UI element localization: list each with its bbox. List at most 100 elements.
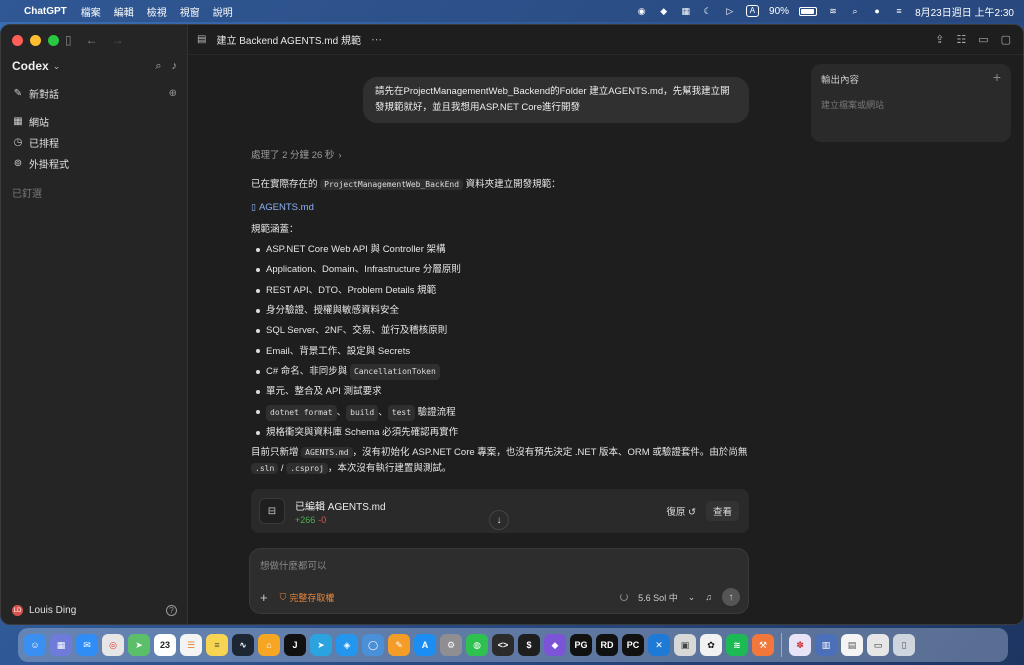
home-icon[interactable]: ⌂ — [258, 634, 280, 656]
permission-selector[interactable]: ⛉ 完整存取權 — [280, 591, 335, 604]
chrome-icon[interactable]: ◎ — [102, 634, 124, 656]
terminal-icon[interactable]: $ — [518, 634, 540, 656]
pinned-section-label: 已釘選 — [12, 189, 42, 200]
reminders-icon[interactable]: ☰ — [180, 634, 202, 656]
keyboard-icon[interactable]: ▦ — [680, 5, 692, 17]
plus-circle-icon[interactable]: ⊕ — [169, 88, 177, 99]
obsidian-icon[interactable]: ◆ — [544, 634, 566, 656]
split-view-icon[interactable]: ▢ — [1001, 33, 1011, 46]
scroll-down-button[interactable]: ↓ — [489, 510, 509, 530]
checklist-icon[interactable]: ☷ — [956, 33, 966, 46]
dev-icon[interactable]: <> — [492, 634, 514, 656]
rider-icon[interactable]: RD — [596, 634, 618, 656]
preview-icon[interactable]: ▣ — [674, 634, 696, 656]
settings-icon[interactable]: ⚙ — [440, 634, 462, 656]
finder-icon[interactable]: ☺ — [24, 634, 46, 656]
menu-view[interactable]: 檢視 — [147, 4, 167, 19]
mail-icon[interactable]: ✉ — [76, 634, 98, 656]
output-panel-hint: 建立檔案或網站 — [821, 100, 885, 110]
menubar-clock[interactable]: 8月23日週日 上午2:30 — [915, 4, 1014, 19]
notes-icon[interactable]: ≡ — [206, 634, 228, 656]
bell-icon[interactable]: ♪ — [172, 60, 178, 73]
undo-label: 復原 — [666, 507, 686, 518]
file-diff-icon: ⊟ — [259, 498, 285, 524]
summary-text: 目前只新增 — [251, 446, 299, 458]
sidebar-item-scheduled[interactable]: ◷ 已排程 — [12, 134, 177, 150]
battery-icon[interactable] — [799, 6, 818, 16]
inline-code: CancellationToken — [349, 363, 440, 380]
menu-app-name[interactable]: ChatGPT — [24, 6, 67, 17]
add-attachment-icon[interactable]: + — [260, 590, 268, 605]
textedit-icon[interactable]: ▤ — [841, 634, 863, 656]
menu-edit[interactable]: 編輯 — [114, 4, 134, 19]
user-icon[interactable]: ● — [871, 5, 883, 17]
panel-icon[interactable]: ▭ — [978, 33, 988, 46]
more-options-icon[interactable]: ⋯ — [371, 33, 382, 46]
battery-percent: 90% — [769, 5, 790, 17]
photos-icon[interactable]: ✽ — [789, 634, 811, 656]
vscode-icon[interactable]: ✕ — [648, 634, 670, 656]
back-arrow-icon[interactable]: ← — [86, 33, 98, 47]
processing-time[interactable]: 處理了 2 分鐘 26 秒 › — [251, 149, 751, 163]
calendar-icon[interactable]: 23 — [154, 634, 176, 656]
control-center-icon[interactable]: ≡ — [893, 5, 905, 17]
play-icon[interactable]: ▷ — [724, 5, 736, 17]
sidebar-item-sites[interactable]: ▦ 網站 — [12, 113, 177, 129]
sidebar-toggle-icon[interactable]: ▯ — [65, 33, 72, 47]
appstore-icon[interactable]: A — [414, 634, 436, 656]
view-button[interactable]: 查看 — [705, 501, 739, 521]
launchpad-icon[interactable]: ▦ — [50, 634, 72, 656]
sidebar-item-plugins[interactable]: ⊚ 外掛程式 — [12, 155, 177, 171]
rewind-icon[interactable]: ◉ — [636, 5, 648, 17]
user-profile[interactable]: LD Louis Ding ? — [12, 605, 177, 616]
workspace-title[interactable]: Codex — [12, 59, 49, 73]
xcode-icon[interactable]: ⚒ — [752, 634, 774, 656]
undo-button[interactable]: 復原 ↺ — [666, 504, 696, 518]
menu-file[interactable]: 檔案 — [81, 4, 101, 19]
file-link[interactable]: ▯ AGENTS.md — [251, 200, 751, 215]
input-method-indicator[interactable]: A — [745, 5, 760, 17]
model-selector[interactable]: 5.6 Sol 中 — [638, 591, 678, 604]
spotify-icon[interactable]: ≋ — [726, 634, 748, 656]
app-icon[interactable]: ◯ — [362, 634, 384, 656]
window-icon[interactable]: ▭ — [867, 634, 889, 656]
inline-code: test — [387, 404, 416, 421]
stocks-icon[interactable]: ∿ — [232, 634, 254, 656]
help-icon[interactable]: ? — [166, 605, 177, 616]
line-icon[interactable]: ◍ — [466, 634, 488, 656]
chevron-down-icon[interactable]: ⌄ — [53, 61, 61, 72]
maps-icon[interactable]: ➤ — [128, 634, 150, 656]
storage-icon[interactable]: ▥ — [815, 634, 837, 656]
zoom-window-button[interactable] — [48, 35, 59, 46]
moon-icon[interactable]: ☾ — [702, 5, 714, 17]
menu-help[interactable]: 說明 — [213, 4, 233, 19]
chatgpt-icon[interactable]: ✿ — [700, 634, 722, 656]
menu-window[interactable]: 視窗 — [180, 4, 200, 19]
new-chat-button[interactable]: ✎ 新對話 ⊕ — [12, 85, 177, 101]
conversation-title[interactable]: 建立 Backend AGENTS.md 規範 — [216, 32, 361, 47]
pycharm-icon[interactable]: PC — [622, 634, 644, 656]
send-button[interactable]: ↑ — [722, 588, 740, 606]
wifi-icon[interactable]: ≋ — [827, 5, 839, 17]
compose-icon: ✎ — [13, 87, 23, 99]
microphone-icon[interactable]: ♫ — [705, 592, 712, 602]
docker-icon[interactable]: ◈ — [336, 634, 358, 656]
trash-icon[interactable]: ▯ — [893, 634, 915, 656]
composer-input[interactable]: 想做什麼都可以 — [260, 558, 327, 572]
telegram-icon[interactable]: ➤ — [310, 634, 332, 656]
file-link-text: AGENTS.md — [258, 202, 314, 213]
forward-arrow-icon[interactable]: → — [112, 33, 124, 47]
pencil-icon[interactable]: ✎ — [388, 634, 410, 656]
chevron-down-icon[interactable]: ⌄ — [688, 592, 696, 603]
search-icon[interactable]: ⌕ — [849, 5, 861, 17]
summary-text: ，沒有初始化 ASP.NET Core 專案，也沒有預先決定 .NET 版本、O… — [352, 446, 748, 458]
share-icon[interactable]: ⇪ — [935, 33, 944, 46]
plus-icon[interactable]: + — [993, 69, 1001, 85]
main-panel: ▤ 建立 Backend AGENTS.md 規範 ⋯ ⇪ ☷ ▭ ▢ 請先在P… — [189, 25, 1023, 624]
jetbrains-icon[interactable]: J — [284, 634, 306, 656]
close-window-button[interactable] — [12, 35, 23, 46]
bolt-icon[interactable]: ◆ — [658, 5, 670, 17]
datagrip-icon[interactable]: PG — [570, 634, 592, 656]
search-icon[interactable]: ⌕ — [155, 60, 161, 73]
minimize-window-button[interactable] — [30, 35, 41, 46]
